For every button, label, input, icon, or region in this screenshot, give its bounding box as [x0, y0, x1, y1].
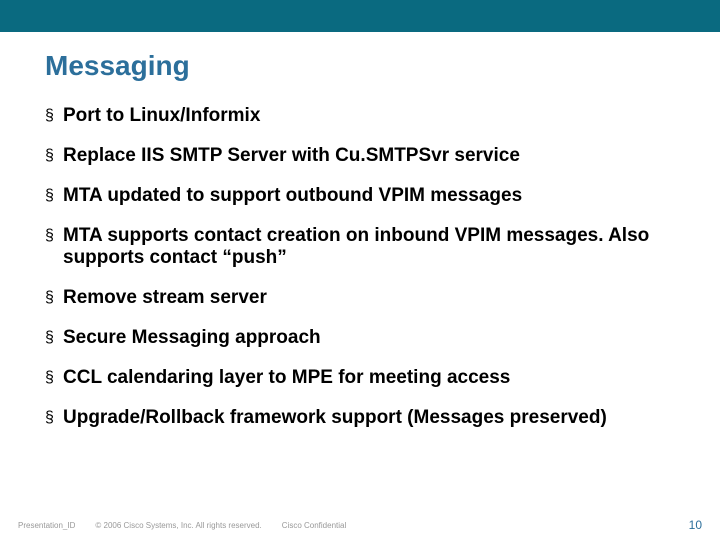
bullet-icon: § [45, 145, 55, 167]
bullet-list: § Port to Linux/Informix § Replace IIS S… [45, 105, 675, 447]
list-item: § MTA supports contact creation on inbou… [45, 225, 675, 269]
list-item-text: CCL calendaring layer to MPE for meeting… [63, 367, 510, 389]
list-item: § Remove stream server [45, 287, 675, 309]
list-item: § Replace IIS SMTP Server with Cu.SMTPSv… [45, 145, 675, 167]
slide-title: Messaging [45, 50, 190, 82]
bullet-icon: § [45, 225, 55, 247]
list-item-text: Remove stream server [63, 287, 267, 309]
bullet-icon: § [45, 287, 55, 309]
confidential-label: Cisco Confidential [282, 521, 346, 530]
list-item-text: Port to Linux/Informix [63, 105, 260, 127]
bullet-icon: § [45, 105, 55, 127]
list-item-text: Replace IIS SMTP Server with Cu.SMTPSvr … [63, 145, 520, 167]
list-item: § Port to Linux/Informix [45, 105, 675, 127]
list-item-text: Secure Messaging approach [63, 327, 321, 349]
bullet-icon: § [45, 407, 55, 429]
list-item: § CCL calendaring layer to MPE for meeti… [45, 367, 675, 389]
list-item-text: MTA supports contact creation on inbound… [63, 225, 675, 269]
title-bar [0, 0, 720, 32]
bullet-icon: § [45, 185, 55, 207]
list-item-text: MTA updated to support outbound VPIM mes… [63, 185, 522, 207]
bullet-icon: § [45, 327, 55, 349]
list-item: § Secure Messaging approach [45, 327, 675, 349]
presentation-id: Presentation_ID [18, 521, 75, 530]
list-item: § MTA updated to support outbound VPIM m… [45, 185, 675, 207]
list-item: § Upgrade/Rollback framework support (Me… [45, 407, 675, 429]
slide-footer: Presentation_ID © 2006 Cisco Systems, In… [18, 518, 702, 532]
page-number: 10 [689, 518, 702, 532]
list-item-text: Upgrade/Rollback framework support (Mess… [63, 407, 607, 429]
copyright-text: © 2006 Cisco Systems, Inc. All rights re… [95, 521, 261, 530]
bullet-icon: § [45, 367, 55, 389]
